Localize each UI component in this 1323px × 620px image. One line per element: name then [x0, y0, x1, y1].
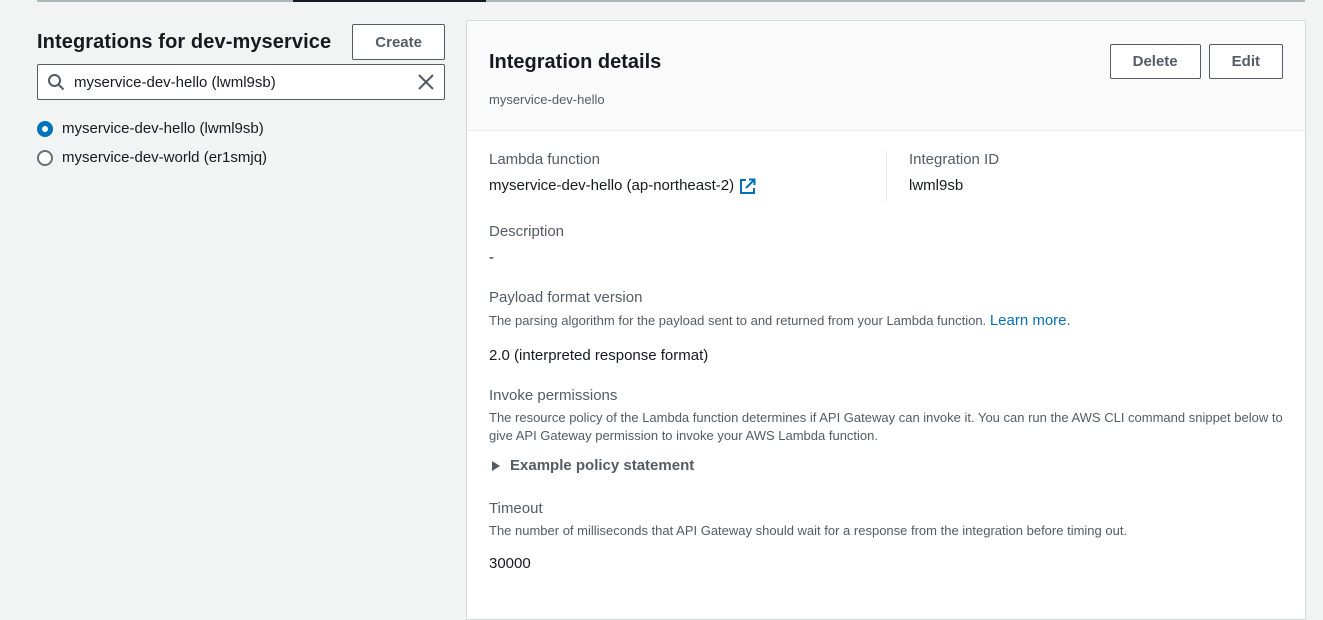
- integration-option-label: myservice-dev-hello (lwml9sb): [62, 120, 264, 137]
- payload-description-text: The parsing algorithm for the payload se…: [489, 313, 987, 328]
- example-policy-label: Example policy statement: [510, 457, 695, 474]
- description-value: -: [489, 249, 494, 266]
- payload-field: Payload format version The parsing algor…: [489, 288, 1283, 366]
- radio-button[interactable]: [37, 149, 53, 166]
- timeout-value: 30000: [489, 555, 531, 572]
- details-title: Integration details: [489, 51, 662, 73]
- example-policy-expander[interactable]: Example policy statement: [489, 457, 1283, 474]
- integration-id-label: Integration ID: [909, 151, 1000, 168]
- lambda-function-label: Lambda function: [489, 151, 600, 168]
- details-header: Integration details myservice-dev-hello …: [467, 21, 1305, 131]
- integration-list: myservice-dev-hello (lwml9sb) myservice-…: [37, 114, 445, 172]
- close-icon[interactable]: [417, 73, 435, 91]
- edit-button[interactable]: Edit: [1208, 44, 1283, 79]
- external-link-icon[interactable]: [739, 178, 756, 195]
- details-columns: Lambda function myservice-dev-hello (ap-…: [489, 150, 1283, 202]
- integrations-title: Integrations for dev-myservice: [37, 30, 332, 53]
- integration-option-hello[interactable]: myservice-dev-hello (lwml9sb): [37, 114, 445, 143]
- learn-more-link[interactable]: Learn more.: [990, 312, 1071, 329]
- lambda-function-value: myservice-dev-hello (ap-northeast-2): [489, 177, 735, 194]
- caret-right-icon: [492, 460, 500, 471]
- timeout-field: Timeout The number of milliseconds that …: [489, 499, 1283, 574]
- tab-bar-divider: [37, 0, 1305, 2]
- details-body: Lambda function myservice-dev-hello (ap-…: [467, 150, 1305, 574]
- integration-id-field: Integration ID lwml9sb: [887, 150, 999, 202]
- integrations-panel: Integrations for dev-myservice Create my…: [37, 24, 445, 172]
- description-field: Description -: [489, 222, 1283, 268]
- integration-option-world[interactable]: myservice-dev-world (er1smjq): [37, 143, 445, 172]
- integration-id-value: lwml9sb: [909, 177, 964, 194]
- details-actions: Delete Edit: [1109, 44, 1283, 79]
- search-input[interactable]: [74, 65, 404, 99]
- radio-button-checked[interactable]: [37, 120, 53, 137]
- invoke-permissions-description: The resource policy of the Lambda functi…: [489, 410, 1283, 443]
- description-label: Description: [489, 223, 565, 240]
- integration-option-label: myservice-dev-world (er1smjq): [62, 149, 268, 166]
- lambda-function-field: Lambda function myservice-dev-hello (ap-…: [489, 150, 887, 202]
- invoke-permissions-label: Invoke permissions: [489, 387, 618, 404]
- invoke-permissions-field: Invoke permissions The resource policy o…: [489, 386, 1283, 474]
- integration-details-panel: Integration details myservice-dev-hello …: [466, 20, 1306, 620]
- payload-label: Payload format version: [489, 289, 643, 306]
- integrations-header: Integrations for dev-myservice Create: [37, 24, 445, 60]
- lambda-function-value-row: myservice-dev-hello (ap-northeast-2): [489, 176, 886, 196]
- create-button[interactable]: Create: [352, 24, 445, 60]
- search-field[interactable]: [37, 64, 445, 100]
- details-subtitle: myservice-dev-hello: [489, 92, 605, 107]
- payload-description: The parsing algorithm for the payload se…: [489, 312, 1283, 330]
- active-tab-indicator: [293, 0, 486, 2]
- timeout-description: The number of milliseconds that API Gate…: [489, 523, 1128, 538]
- timeout-label: Timeout: [489, 500, 543, 517]
- search-icon: [48, 74, 65, 91]
- payload-value: 2.0 (interpreted response format): [489, 347, 709, 364]
- delete-button[interactable]: Delete: [1109, 44, 1201, 79]
